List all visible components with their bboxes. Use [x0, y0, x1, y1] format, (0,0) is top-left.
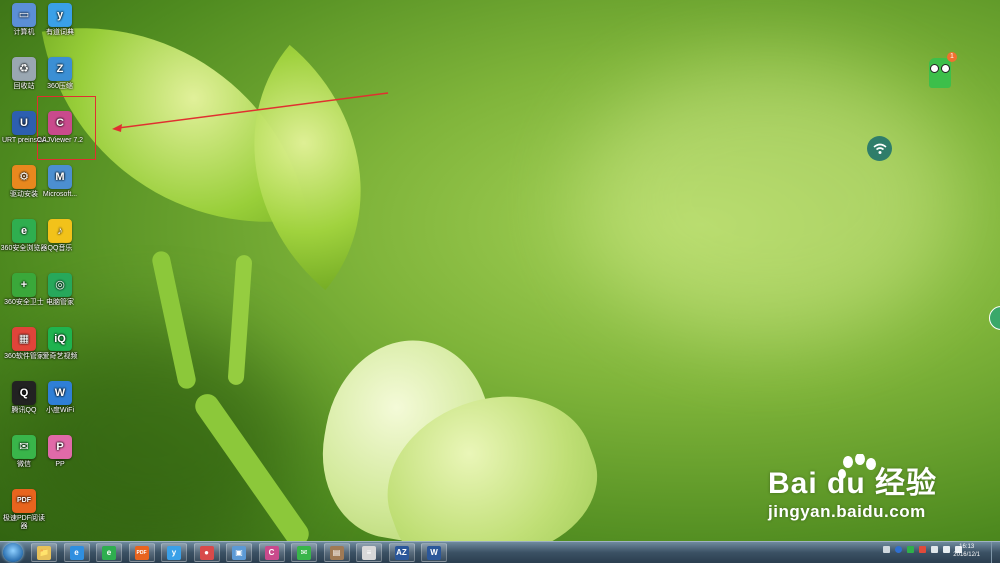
pdf-taskbar-icon: PDF: [134, 545, 149, 560]
iqiyi-icon: iQ: [48, 327, 72, 351]
desktop-shortcut-label: 小度WiFi: [46, 407, 74, 414]
start-button[interactable]: [3, 543, 23, 562]
desktop-shortcut-microsoft[interactable]: M Microsoft...: [36, 165, 84, 199]
taskbar: 📁 e e PDF y ● ▣ C ✉ ▤ ≡ AZ W 16:13 2016/12/1: [0, 541, 1000, 563]
desktop-shortcut-cajviewer[interactable]: C CAJViewer 7.2: [36, 111, 84, 145]
desktop-shortcut-label: 360压缩: [47, 83, 73, 90]
qq-music-icon: ♪: [48, 219, 72, 243]
taskbar-button-media[interactable]: ●: [193, 543, 220, 562]
wifi-floating-icon[interactable]: [867, 136, 892, 161]
desktop-shortcut-xiaodu-wifi[interactable]: W 小度WiFi: [36, 381, 84, 415]
taskbar-button-word[interactable]: W: [421, 543, 447, 562]
360-browser-icon: e: [12, 219, 36, 243]
desktop-shortcut-label: 极速PDF阅读器: [3, 515, 45, 530]
taskbar-button-cajviewer[interactable]: C: [258, 543, 285, 562]
taskbar-button-notepad[interactable]: ≡: [356, 543, 382, 562]
word-az-taskbar-icon: AZ: [394, 545, 409, 560]
show-desktop-button[interactable]: [991, 542, 1000, 563]
taskbar-button-360-browser[interactable]: e: [96, 543, 122, 562]
driver-install-icon: ⚙: [12, 165, 36, 189]
desktop-shortcut-label: 爱奇艺视频: [42, 353, 78, 360]
ie-taskbar-icon: e: [69, 545, 84, 560]
wechat-icon: ✉: [12, 435, 36, 459]
qq-icon: Q: [12, 381, 36, 405]
taskbar-button-ie[interactable]: e: [63, 543, 90, 562]
pp-icon: P: [48, 435, 72, 459]
desktop-shortcut-360-zip[interactable]: Z 360压缩: [36, 57, 84, 91]
taskbar-clock[interactable]: 16:13 2016/12/1: [953, 543, 980, 559]
explorer-taskbar-icon: 📁: [37, 545, 51, 560]
taskbar-button-image[interactable]: ▤: [323, 543, 350, 562]
360-zip-icon: Z: [48, 57, 72, 81]
clock-date: 2016/12/1: [953, 552, 980, 558]
desktop-shortcut-label: CAJViewer 7.2: [36, 137, 84, 144]
microsoft-icon: M: [48, 165, 72, 189]
desktop-shortcut-iqiyi[interactable]: iQ 爱奇艺视频: [36, 327, 84, 361]
cajviewer-taskbar-icon: C: [264, 545, 279, 560]
pet-notification-badge: 1: [947, 52, 957, 62]
tray-signal-icon[interactable]: [943, 546, 950, 553]
taskbar-button-youdao[interactable]: y: [161, 543, 187, 562]
taskbar-button-explorer[interactable]: 📁: [31, 543, 57, 562]
taskbar-button-word-az[interactable]: AZ: [388, 543, 415, 562]
image-taskbar-icon: ▤: [329, 545, 344, 560]
clock-time: 16:13: [959, 544, 975, 550]
cajviewer-icon: C: [48, 111, 72, 135]
360-safe-icon: +: [12, 273, 36, 297]
notepad-taskbar-icon: ≡: [362, 545, 376, 560]
xiaodu-wifi-icon: W: [48, 381, 72, 405]
tray-network-icon[interactable]: [883, 546, 890, 553]
watermark-url: jingyan.baidu.com: [768, 502, 926, 521]
tray-help-icon[interactable]: [895, 546, 902, 553]
desktop-shortcut-youdao-dict[interactable]: y 有道词典: [36, 3, 84, 37]
baidu-paw-icon: [838, 454, 876, 479]
word-taskbar-icon: W: [427, 545, 441, 560]
pdf-reader-icon: PDF: [12, 489, 36, 513]
desktop-shortcut-label: 电脑管家: [46, 299, 74, 306]
youdao-dict-icon: y: [48, 3, 72, 27]
media-taskbar-icon: ●: [199, 545, 214, 560]
taskbar-button-wechat[interactable]: ✉: [291, 543, 317, 562]
360-soft-icon: ▦: [12, 327, 36, 351]
desktop-shortcut-qq-music[interactable]: ♪ QQ音乐: [36, 219, 84, 253]
desktop-shortcut-pp[interactable]: P PP: [36, 435, 84, 469]
desktop-shortcut-label: QQ音乐: [47, 245, 73, 252]
tray-antivirus-icon[interactable]: [907, 546, 914, 553]
urt-preinstall-icon: U: [12, 111, 36, 135]
desktop-shortcut-label: PP: [55, 461, 65, 468]
wechat-taskbar-icon: ✉: [297, 545, 311, 560]
baidu-jingyan-watermark: Bai du 经验 jingyan.baidu.com: [768, 454, 998, 522]
tray-power-icon[interactable]: [919, 546, 926, 553]
desktop-shortcut-label: Microsoft...: [42, 191, 78, 198]
tray-flag-icon[interactable]: [931, 546, 938, 553]
360-browser-taskbar-icon: e: [102, 545, 116, 560]
desktop-shortcut-pdf-reader[interactable]: PDF 极速PDF阅读器: [0, 489, 48, 531]
photo-taskbar-icon: ▣: [232, 545, 246, 560]
taskbar-button-pdf[interactable]: PDF: [128, 543, 155, 562]
pc-manager-icon: ◎: [48, 273, 72, 297]
desktop-pet-widget[interactable]: 1: [929, 52, 957, 88]
youdao-taskbar-icon: y: [167, 545, 181, 560]
system-tray: [883, 546, 962, 553]
desktop-shortcut-pc-manager[interactable]: ◎ 电脑管家: [36, 273, 84, 307]
taskbar-button-photo[interactable]: ▣: [226, 543, 252, 562]
recycle-bin-icon: ♻: [12, 57, 36, 81]
computer-icon: ▭: [12, 3, 36, 27]
desktop-shortcut-label: 有道词典: [46, 29, 74, 36]
